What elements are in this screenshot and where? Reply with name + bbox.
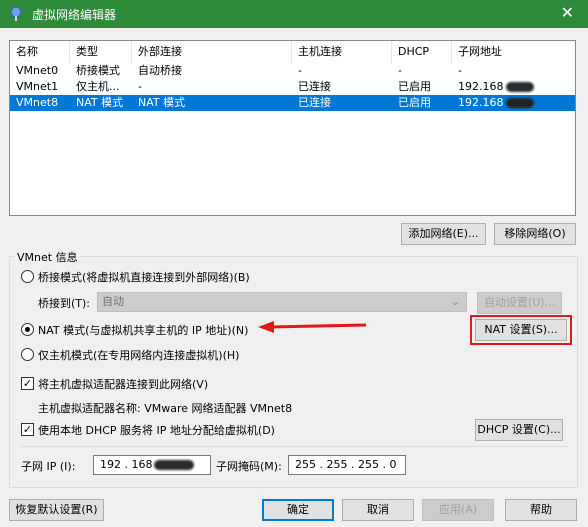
help-button[interactable]: 帮助 xyxy=(505,499,577,521)
dialog-body: 名称 类型 外部连接 主机连接 DHCP 子网地址 VMnet0 桥接模式 自动… xyxy=(0,28,588,527)
cell-host: 已连接 xyxy=(298,96,331,109)
bridged-mode-radio[interactable] xyxy=(21,270,34,283)
col-header-subnet[interactable]: 子网地址 xyxy=(452,41,577,63)
col-header-dhcp[interactable]: DHCP xyxy=(392,41,452,63)
cell-subnet: 192.168 xyxy=(452,95,577,111)
bridged-to-label: 桥接到(T): xyxy=(38,297,91,310)
subnet-mask-field[interactable]: 255 . 255 . 255 . 0 xyxy=(288,455,406,475)
nat-settings-button[interactable]: NAT 设置(S)... xyxy=(475,319,567,341)
redacted-blur xyxy=(505,82,534,92)
cell-type: 仅主机... xyxy=(76,80,120,93)
remove-network-button[interactable]: 移除网络(O) xyxy=(494,223,576,245)
cell-external: NAT 模式 xyxy=(138,96,186,109)
subnet-prefix: 192.168 xyxy=(458,80,504,93)
redacted-blur xyxy=(154,460,195,470)
adapter-name-text: 主机虚拟适配器名称: VMware 网络适配器 VMnet8 xyxy=(38,402,293,415)
cell-name: VMnet1 xyxy=(16,80,59,93)
use-dhcp-checkbox[interactable]: ✓ xyxy=(21,423,34,436)
bridged-to-select[interactable]: 自动 ⌄ xyxy=(97,292,467,312)
cell-subnet: - xyxy=(458,64,462,77)
app-icon xyxy=(10,6,22,21)
auto-settings-button[interactable]: 自动设置(U)... xyxy=(477,292,562,314)
chevron-down-icon: ⌄ xyxy=(450,295,460,308)
title-bar: 虚拟网络编辑器 ✕ xyxy=(0,0,588,28)
subnet-ip-value: 192 . 168 xyxy=(100,458,153,471)
network-row-vmnet0[interactable]: VMnet0 桥接模式 自动桥接 - - - xyxy=(10,63,575,79)
cell-dhcp: 已启用 xyxy=(398,96,431,109)
bridged-mode-label[interactable]: 桥接模式(将虚拟机直接连接到外部网络)(B) xyxy=(38,269,250,285)
col-header-name[interactable]: 名称 xyxy=(10,41,70,63)
network-list-header: 名称 类型 外部连接 主机连接 DHCP 子网地址 xyxy=(10,41,575,63)
host-only-radio[interactable] xyxy=(21,348,34,361)
network-list[interactable]: 名称 类型 外部连接 主机连接 DHCP 子网地址 VMnet0 桥接模式 自动… xyxy=(9,40,576,216)
col-header-host[interactable]: 主机连接 xyxy=(292,41,392,63)
add-network-button[interactable]: 添加网络(E)... xyxy=(401,223,486,245)
nat-mode-radio[interactable] xyxy=(21,323,34,336)
subnet-prefix: 192.168 xyxy=(458,96,504,109)
cell-external: - xyxy=(138,80,142,93)
cell-type: 桥接模式 xyxy=(76,64,120,77)
cancel-button[interactable]: 取消 xyxy=(342,499,414,521)
subnet-mask-label: 子网掩码(M): xyxy=(216,460,282,473)
col-header-type[interactable]: 类型 xyxy=(70,41,132,63)
dhcp-settings-button[interactable]: DHCP 设置(C)... xyxy=(475,419,563,441)
connect-adapter-checkbox[interactable]: ✓ xyxy=(21,377,34,390)
bridged-to-value: 自动 xyxy=(102,295,124,308)
cell-dhcp: - xyxy=(398,64,402,77)
use-dhcp-label[interactable]: 使用本地 DHCP 服务将 IP 地址分配给虚拟机(D) xyxy=(38,422,275,438)
cell-name: VMnet8 xyxy=(16,96,59,109)
cell-type: NAT 模式 xyxy=(76,96,124,109)
subnet-ip-field[interactable]: 192 . 168 xyxy=(93,455,211,475)
divider xyxy=(20,446,568,447)
network-row-vmnet1[interactable]: VMnet1 仅主机... - 已连接 已启用 192.168 xyxy=(10,79,575,95)
vmnet-info-label: VMnet 信息 xyxy=(15,249,80,265)
subnet-ip-label: 子网 IP (I): xyxy=(21,460,76,473)
network-row-vmnet8[interactable]: VMnet8 NAT 模式 NAT 模式 已连接 已启用 192.168 xyxy=(10,95,575,111)
host-only-label[interactable]: 仅主机模式(在专用网络内连接虚拟机)(H) xyxy=(38,347,239,363)
annotation-arrow-icon xyxy=(258,321,367,333)
cell-host: 已连接 xyxy=(298,80,331,93)
restore-defaults-button[interactable]: 恢复默认设置(R) xyxy=(9,499,104,521)
apply-button[interactable]: 应用(A) xyxy=(422,499,494,521)
col-header-external[interactable]: 外部连接 xyxy=(132,41,292,63)
cell-host: - xyxy=(298,64,302,77)
connect-adapter-label[interactable]: 将主机虚拟适配器连接到此网络(V) xyxy=(38,376,208,392)
close-icon[interactable]: ✕ xyxy=(561,4,574,22)
ok-button[interactable]: 确定 xyxy=(262,499,334,521)
cell-external: 自动桥接 xyxy=(138,64,182,77)
nat-mode-label[interactable]: NAT 模式(与虚拟机共享主机的 IP 地址)(N) xyxy=(38,322,248,338)
cell-dhcp: 已启用 xyxy=(398,80,431,93)
cell-subnet: 192.168 xyxy=(452,79,577,95)
redacted-blur xyxy=(505,98,534,108)
cell-name: VMnet0 xyxy=(16,64,59,77)
window-title: 虚拟网络编辑器 xyxy=(32,7,117,22)
vmnet-info-group xyxy=(9,256,578,488)
